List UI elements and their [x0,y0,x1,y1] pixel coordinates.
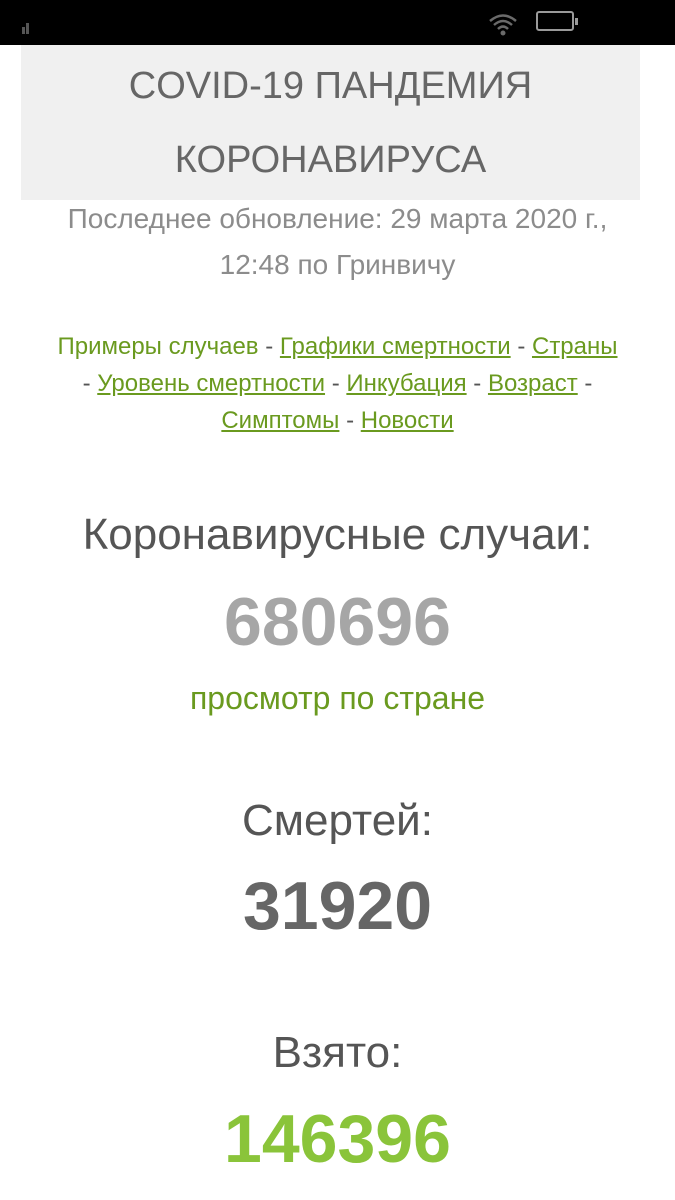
recovered-count: 146396 [224,1101,451,1177]
page-title-line2: КОРОНАВИРУСА [174,139,487,181]
nav-separator: - [584,370,593,397]
nav-row-2: - Уровень смертности - Инкубация - Возра… [0,370,675,398]
nav-link-incubation[interactable]: Инкубация [346,370,466,397]
nav-separator: - [265,333,274,360]
nav-row-1: Примеры случаев - Графики смертности - С… [0,333,675,361]
deaths-label: Смертей: [242,796,433,845]
cases-label: Коронавирусные случаи: [82,510,593,559]
nav-separator: - [517,333,526,360]
nav-separator: - [82,370,91,397]
nav-row-3: Симптомы - Новости [0,407,675,435]
nav-link-age[interactable]: Возраст [488,370,578,397]
nav-link-examples[interactable]: Примеры случаев [57,333,258,360]
page-title-line1: COVID-19 ПАНДЕМИЯ [128,65,533,107]
nav-link-death-charts[interactable]: Графики смертности [280,333,511,360]
recovered-label: Взято: [272,1028,403,1077]
last-updated-line1: Последнее обновление: 29 марта 2020 г., [67,203,608,234]
last-updated-line2: 12:48 по Гринвичу [219,249,456,280]
nav-link-symptoms[interactable]: Симптомы [221,407,339,434]
view-by-country-link[interactable]: просмотр по стране [0,680,675,717]
battery-icon [536,11,578,31]
signal-icon [22,20,34,34]
nav-link-news[interactable]: Новости [361,407,454,434]
wifi-icon [489,14,517,36]
nav-separator: - [473,370,482,397]
nav-separator: - [331,370,340,397]
nav-link-mortality-rate[interactable]: Уровень смертности [97,370,325,397]
deaths-count: 31920 [242,868,433,944]
nav-link-countries[interactable]: Страны [532,333,618,360]
nav-separator: - [346,407,355,434]
status-bar [0,0,675,45]
page-header: COVID-19 ПАНДЕМИЯ КОРОНАВИРУСА [21,45,640,200]
cases-count: 680696 [224,584,451,660]
